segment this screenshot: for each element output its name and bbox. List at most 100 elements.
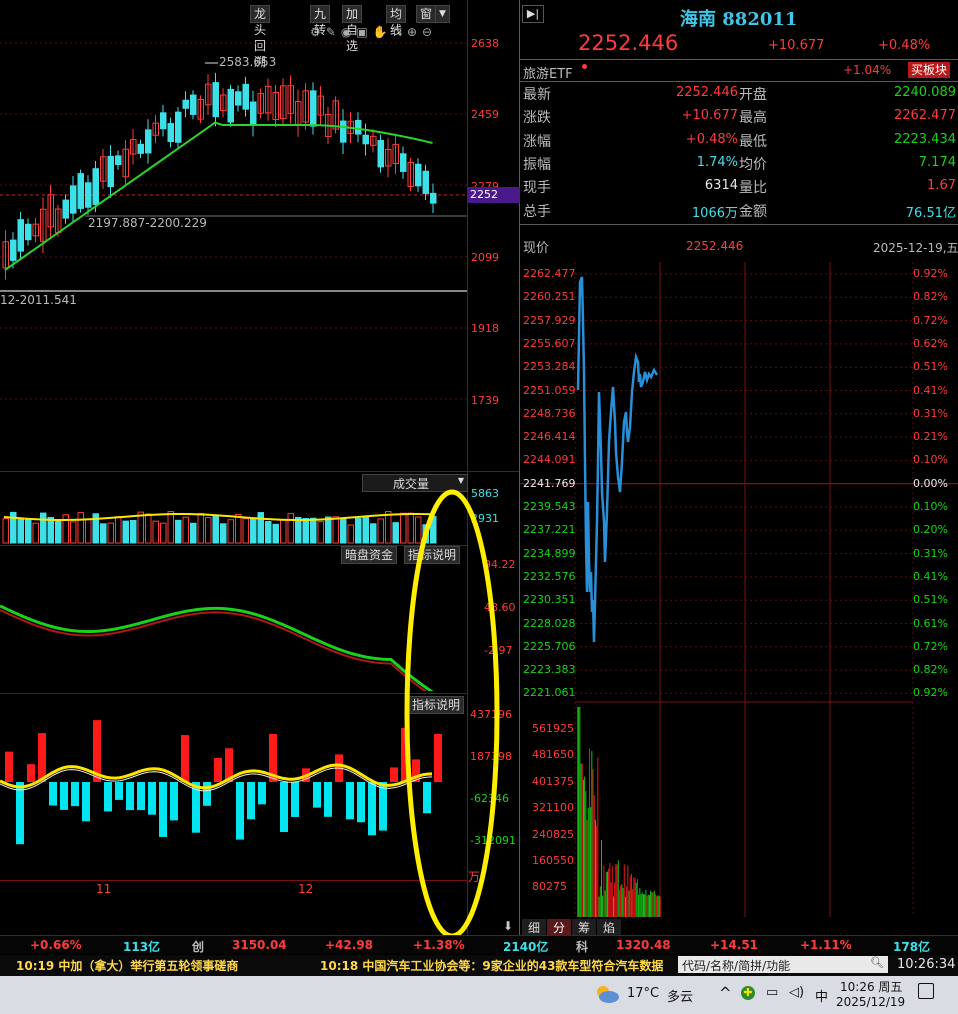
candle-body (212, 82, 219, 118)
download-icon[interactable]: ⬇ (503, 919, 513, 933)
intraday-volume-bar (607, 871, 608, 917)
stat-value: 7.174 (918, 154, 956, 170)
money-bar (313, 782, 321, 808)
money-bar (104, 782, 112, 812)
tab-detail[interactable]: 细 (522, 919, 546, 936)
volume-bar (220, 523, 227, 544)
price-tick: 2255.607 (523, 336, 576, 350)
news-item[interactable]: 10:19 中加（拿大）举行第五轮领事磋商 (16, 957, 238, 974)
volume-bar (205, 517, 212, 544)
stat-value: 2252.446 (675, 85, 738, 100)
volume-icon[interactable]: ◁) (789, 985, 804, 1000)
ime-indicator[interactable]: 中 (815, 986, 828, 1005)
stat-label: 量比 (739, 180, 767, 197)
stat-value: 6314 (704, 178, 738, 194)
intraday-volume-bar (614, 882, 616, 917)
intraday-volume-bar (597, 757, 599, 917)
status-item: +1.38% (413, 938, 465, 952)
volume-bar (377, 518, 384, 544)
intraday-volume-bar (581, 763, 583, 917)
back-nav-icon[interactable]: ▶| (522, 5, 544, 23)
intraday-volume-bar (641, 892, 643, 917)
network-icon[interactable]: ▭ (766, 985, 778, 1000)
money-bar (126, 782, 134, 811)
tab-flame[interactable]: 焰 (597, 919, 621, 936)
status-item: 113亿 (123, 940, 161, 954)
intraday-volume-bar (629, 876, 631, 917)
taskbar-date[interactable]: 2025/12/19 (836, 995, 905, 1009)
intraday-volume-bar (639, 887, 641, 917)
current-price-tag: 2252 (468, 187, 520, 203)
indicator-chart[interactable] (0, 566, 467, 691)
price-tick: 2223.383 (523, 663, 576, 677)
search-input[interactable]: 代码/名称/简拼/功能 🔍︎ (678, 956, 888, 973)
intraday-volume-bar (617, 860, 619, 917)
tab-chips[interactable]: 筹 (572, 919, 596, 936)
volume-tick: 561925 (532, 722, 574, 735)
intraday-volume-bar (632, 888, 634, 917)
weather-desc[interactable]: 多云 (667, 986, 693, 1005)
candle-body (107, 155, 114, 188)
price-tick: 2248.736 (523, 406, 576, 420)
pct-tick: 0.10% (913, 453, 948, 467)
tab-minute[interactable]: 分 (547, 919, 571, 936)
buy-sector-button[interactable]: 买板块 (908, 62, 951, 78)
notification-icon[interactable] (918, 983, 934, 999)
candle-body (182, 99, 189, 109)
price-tick: 1739 (471, 394, 499, 407)
intraday-chart[interactable] (520, 262, 958, 922)
money-bar (346, 782, 354, 820)
search-icon[interactable]: 🔍︎ (870, 956, 884, 969)
volume-bar (122, 520, 129, 544)
price-change-pct: +0.48% (878, 38, 931, 53)
stat-value: 1.74% (696, 154, 738, 170)
windows-taskbar: 17°C 多云 ^ ✚ ▭ ◁) 中 10:26 周五 2025/12/19 (0, 976, 958, 1014)
weather-temp[interactable]: 17°C (627, 986, 659, 1001)
app-tray-icon[interactable]: ✚ (741, 986, 755, 1000)
intraday-volume-bar (643, 894, 644, 917)
candle-body (167, 123, 174, 143)
money-bar (137, 782, 145, 811)
intraday-volume-bar (635, 882, 637, 917)
status-item: +1.11% (800, 938, 852, 952)
volume-bar (370, 523, 377, 544)
price-tick: 2251.059 (523, 383, 576, 397)
weather-cloud-icon[interactable] (593, 984, 621, 1004)
intraday-volume-bar (659, 896, 661, 917)
volume-bar (85, 519, 92, 544)
price-change: +10.677 (768, 38, 825, 53)
intraday-volume-bar (619, 889, 620, 917)
money-flow-chart[interactable] (0, 700, 467, 880)
stat-label: 金额 (739, 203, 767, 220)
intraday-volume-bar (621, 884, 623, 917)
candle-body (430, 192, 437, 204)
intraday-volume-bar (631, 873, 632, 917)
intraday-volume-bar (583, 779, 584, 917)
candle-body (160, 112, 167, 130)
taskbar-time[interactable]: 10:26 周五 (840, 978, 902, 995)
price-tick: 2241.769 (523, 476, 576, 490)
intraday-volume-bar (589, 748, 590, 917)
status-item: 科 (576, 940, 589, 954)
pct-tick: 0.92% (913, 267, 948, 280)
news-item[interactable]: 10:18 中国汽车工业协会等：9家企业的43款车型符合汽车数据 (320, 957, 678, 974)
intraday-volume-bar (593, 795, 595, 917)
intraday-price-line (576, 276, 659, 643)
date-axis-label: 11 (96, 882, 112, 896)
volume-bar (77, 512, 84, 544)
intraday-volume-bar (647, 894, 649, 917)
status-item: +42.98 (325, 938, 374, 952)
pct-tick: 0.72% (913, 313, 948, 327)
dark-pool-button[interactable]: 暗盘资金 (341, 546, 398, 564)
pct-tick: 0.41% (913, 383, 948, 397)
intraday-volume-bar (638, 894, 640, 917)
candlestick-chart[interactable] (0, 0, 467, 470)
volume-bar (55, 519, 62, 544)
volume-bars[interactable] (0, 495, 467, 545)
status-item: +0.66% (30, 938, 82, 952)
related-etf-name[interactable]: 旅游ETF (523, 63, 573, 82)
chevron-up-icon[interactable]: ^ (719, 984, 732, 1002)
stat-label: 最高 (739, 110, 767, 127)
price-tick: 2232.576 (523, 569, 576, 583)
price-tick: 2228.028 (523, 616, 576, 630)
